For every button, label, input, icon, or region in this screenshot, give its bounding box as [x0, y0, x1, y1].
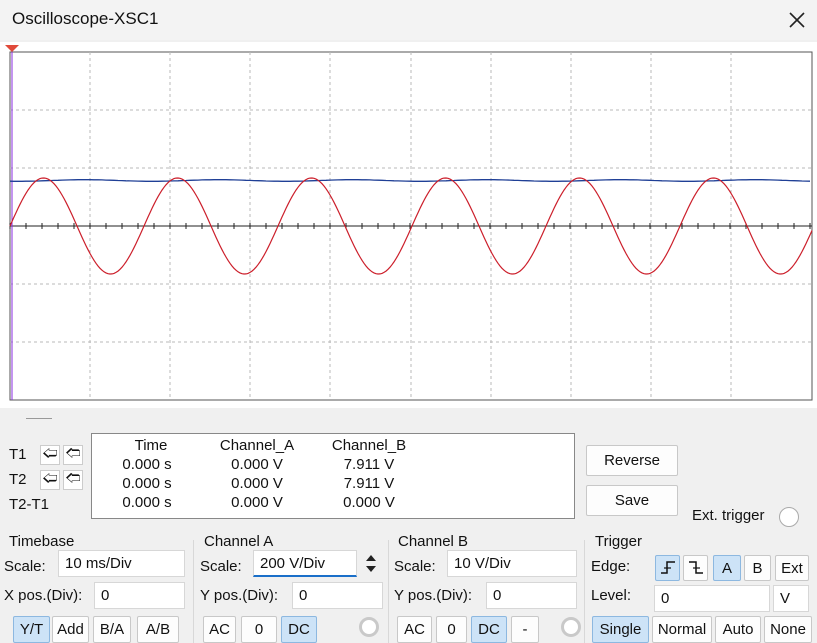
mode-a-over-b-button[interactable]: A/B	[137, 616, 179, 643]
trigger-single-button[interactable]: Single	[592, 616, 649, 643]
t1-right-button[interactable]: 🢢	[63, 445, 83, 465]
save-button[interactable]: Save	[586, 485, 678, 516]
channel-a-ypos-label: Y pos.(Div):	[200, 587, 279, 604]
x-position-field[interactable]: 0	[94, 582, 185, 609]
group-divider	[584, 540, 585, 643]
channel-a-scale-label: Scale:	[200, 558, 242, 575]
trigger-auto-button[interactable]: Auto	[715, 616, 761, 643]
group-divider	[388, 540, 389, 643]
t1-time-value: 0.000 s	[122, 456, 172, 473]
channel-b-ypos-label: Y pos.(Div):	[394, 587, 473, 604]
t2-right-button[interactable]: 🢢	[63, 470, 83, 490]
channel-a-color-indicator[interactable]	[359, 617, 379, 637]
timebase-scale-field[interactable]: 10 ms/Div	[58, 550, 185, 577]
falling-edge-button[interactable]	[683, 555, 708, 581]
group-divider	[193, 540, 194, 643]
close-icon	[789, 12, 805, 28]
t1-channel-a-value: 0.000 V	[231, 456, 283, 473]
channel-b-dc-button[interactable]: DC	[471, 616, 507, 643]
title-bar: Oscilloscope-XSC1	[0, 0, 817, 40]
trigger-title: Trigger	[595, 533, 642, 550]
window-title: Oscilloscope-XSC1	[12, 9, 159, 28]
trigger-none-button[interactable]: None	[764, 616, 812, 643]
diff-time-value: 0.000 s	[122, 494, 172, 511]
cursor-diff-label: T2-T1	[9, 496, 50, 513]
t2-channel-a-value: 0.000 V	[231, 475, 283, 492]
t1-channel-b-value: 7.911 V	[343, 456, 395, 473]
mode-yt-button[interactable]: Y/T	[13, 616, 50, 643]
diff-channel-a-value: 0.000 V	[231, 494, 283, 511]
t1-left-button[interactable]: 🢠	[40, 445, 60, 465]
cursor-t2-label: T2	[9, 471, 27, 488]
timebase-scale-label: Scale:	[4, 558, 46, 575]
rising-edge-button[interactable]	[655, 555, 680, 581]
channel-b-ac-button[interactable]: AC	[397, 616, 432, 643]
channel-a-title: Channel A	[204, 533, 274, 550]
col-header-channel-b: Channel_B	[331, 437, 407, 454]
spin-down-icon[interactable]	[366, 566, 376, 572]
ext-trigger-indicator[interactable]	[779, 507, 799, 527]
trigger-source-ext-button[interactable]: Ext	[775, 555, 809, 581]
diff-channel-b-value: 0.000 V	[343, 494, 395, 511]
channel-a-ypos-field[interactable]: 0	[292, 582, 383, 609]
panel-splitter[interactable]	[0, 408, 817, 430]
x-position-label: X pos.(Div):	[4, 587, 83, 604]
mode-b-over-a-button[interactable]: B/A	[93, 616, 131, 643]
channel-b-scale-label: Scale:	[394, 558, 436, 575]
oscilloscope-display	[0, 42, 817, 408]
cursor-t1-marker[interactable]	[5, 45, 19, 52]
col-header-time: Time	[134, 437, 168, 454]
falling-edge-icon	[688, 561, 703, 574]
trigger-level-unit[interactable]: V	[773, 585, 809, 612]
channel-a-dc-button[interactable]: DC	[281, 616, 317, 643]
mode-add-button[interactable]: Add	[52, 616, 89, 643]
channel-a-scale-field[interactable]: 200 V/Div	[253, 550, 357, 577]
arrow-left-icon: 🢠	[42, 469, 58, 487]
measurement-readout: Time Channel_A Channel_B 0.000 s 0.000 V…	[91, 433, 575, 519]
t2-left-button[interactable]: 🢠	[40, 470, 60, 490]
channel-b-invert-button[interactable]: -	[511, 616, 539, 643]
channel-b-zero-button[interactable]: 0	[436, 616, 467, 643]
col-header-channel-a: Channel_A	[219, 437, 295, 454]
trigger-source-a-button[interactable]: A	[713, 555, 741, 581]
channel-b-scale-field[interactable]: 10 V/Div	[447, 550, 577, 577]
ext-trigger-label: Ext. trigger	[692, 507, 765, 524]
trigger-level-field[interactable]: 0	[654, 585, 770, 612]
channel-a-ac-button[interactable]: AC	[203, 616, 236, 643]
trigger-edge-label: Edge:	[591, 558, 631, 575]
rising-edge-icon	[660, 561, 675, 574]
close-button[interactable]	[780, 4, 814, 36]
arrow-right-icon: 🢢	[65, 444, 81, 462]
channel-a-scale-spinner[interactable]	[360, 550, 382, 577]
spin-up-icon[interactable]	[366, 555, 376, 561]
arrow-left-icon: 🢠	[42, 444, 58, 462]
channel-a-zero-button[interactable]: 0	[241, 616, 277, 643]
t2-channel-b-value: 7.911 V	[343, 475, 395, 492]
channel-b-title: Channel B	[398, 533, 469, 550]
cursor-t1-label: T1	[9, 446, 27, 463]
trigger-level-label: Level:	[591, 587, 632, 604]
t2-time-value: 0.000 s	[122, 475, 172, 492]
reverse-button[interactable]: Reverse	[586, 445, 678, 476]
channel-b-ypos-field[interactable]: 0	[486, 582, 577, 609]
timebase-title: Timebase	[9, 533, 75, 550]
arrow-right-icon: 🢢	[65, 469, 81, 487]
channel-b-color-indicator[interactable]	[561, 617, 581, 637]
trigger-source-b-button[interactable]: B	[744, 555, 771, 581]
trigger-normal-button[interactable]: Normal	[652, 616, 712, 643]
